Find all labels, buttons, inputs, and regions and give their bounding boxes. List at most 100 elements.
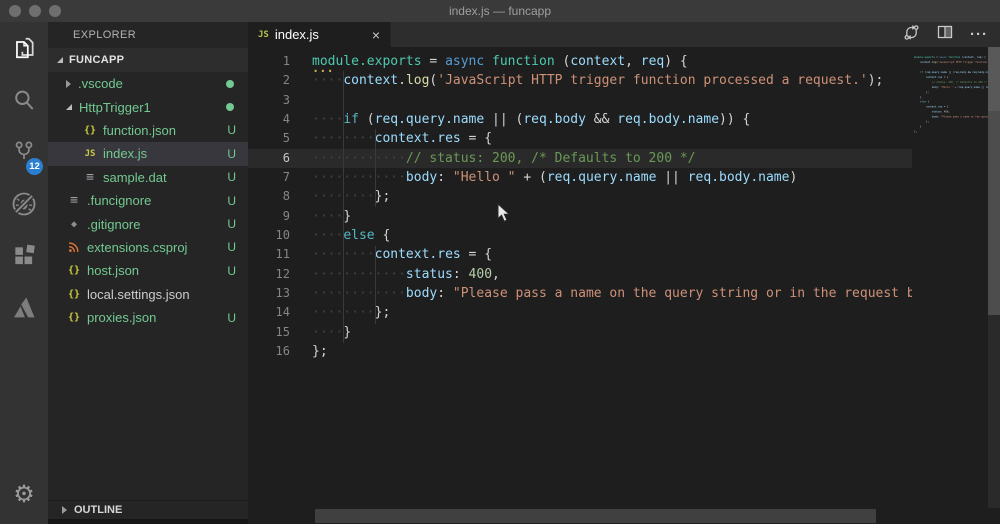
code-content: 1module.exports = async function (contex… bbox=[248, 52, 912, 362]
line-number: 14 bbox=[248, 303, 290, 322]
git-status-badge: U bbox=[227, 147, 236, 161]
file-row-sample.dat[interactable]: ≡ sample.dat U bbox=[48, 166, 248, 189]
sidebar-bottom-strip bbox=[48, 519, 248, 524]
file-row-local.settings.json[interactable]: {}local.settings.json bbox=[48, 283, 248, 306]
code-line-9[interactable]: 9····} bbox=[248, 207, 912, 226]
file-name: proxies.json bbox=[87, 310, 156, 325]
code-editor[interactable]: 1 module.exports = async function (contex… bbox=[248, 47, 1000, 524]
file-name: sample.dat bbox=[103, 170, 167, 185]
file-name: .gitignore bbox=[87, 217, 140, 232]
explorer-icon[interactable] bbox=[0, 22, 48, 74]
close-tab-icon[interactable]: × bbox=[372, 28, 380, 42]
code-line-1[interactable]: 1module.exports = async function (contex… bbox=[248, 52, 912, 71]
code-line-11[interactable]: 11········context.res = { bbox=[248, 245, 912, 264]
code-line-5[interactable]: 5········context.res = { bbox=[248, 129, 912, 148]
editor-group: JS index.js × ··· 1 module.exports = asyn… bbox=[248, 22, 1000, 524]
editor-actions: ··· bbox=[903, 22, 1000, 47]
line-number: 6 bbox=[248, 149, 290, 168]
code-line-14[interactable]: 14········}; bbox=[248, 303, 912, 322]
file-row-proxies.json[interactable]: {}proxies.jsonU bbox=[48, 306, 248, 329]
code-line-15[interactable]: 15····} bbox=[248, 323, 912, 342]
git-status-badge: U bbox=[227, 123, 236, 137]
tab-label: index.js bbox=[275, 27, 319, 42]
line-number: 2 bbox=[248, 71, 290, 90]
horizontal-scrollbar-thumb[interactable] bbox=[315, 509, 876, 523]
file-name: function.json bbox=[103, 123, 176, 138]
split-editor-icon[interactable] bbox=[937, 24, 953, 45]
file-row-.gitignore[interactable]: ◆ .gitignore U bbox=[48, 212, 248, 235]
line-number: 13 bbox=[248, 284, 290, 303]
line-number: 16 bbox=[248, 342, 290, 361]
chevron-expanded-icon bbox=[66, 104, 72, 110]
line-number: 15 bbox=[248, 323, 290, 342]
azure-icon[interactable] bbox=[0, 282, 48, 334]
git-status-badge: U bbox=[227, 240, 236, 254]
code-line-3[interactable]: 3 bbox=[248, 91, 912, 110]
file-row-HttpTrigger1[interactable]: HttpTrigger1 bbox=[48, 95, 248, 118]
search-icon[interactable] bbox=[0, 74, 48, 126]
lines-file-icon: ≡ bbox=[82, 170, 98, 185]
code-line-8[interactable]: 8········}; bbox=[248, 187, 912, 206]
line-number: 5 bbox=[248, 129, 290, 148]
lines-file-icon: ≡ bbox=[66, 193, 82, 208]
git-status-badge: U bbox=[227, 170, 236, 184]
vscode-window: index.js — funcapp 12 bbox=[0, 0, 1000, 524]
js-file-icon: JS bbox=[82, 149, 98, 159]
git-status-badge: U bbox=[227, 217, 236, 231]
code-line-16[interactable]: 16}; bbox=[248, 342, 912, 361]
code-line-13[interactable]: 13············body: "Please pass a name … bbox=[248, 284, 912, 303]
sidebar-title: EXPLORER bbox=[48, 22, 248, 48]
file-row-.vscode[interactable]: .vscode bbox=[48, 72, 248, 95]
git-file-icon: ◆ bbox=[66, 219, 82, 230]
code-line-6[interactable]: 6············// status: 200, /* Defaults… bbox=[248, 149, 912, 168]
horizontal-scrollbar[interactable] bbox=[248, 508, 1000, 524]
activity-bar: 12 ⚙ bbox=[0, 22, 48, 524]
lint-hint-dots: ··· bbox=[312, 64, 334, 78]
file-name: .vscode bbox=[78, 76, 123, 91]
code-line-10[interactable]: 10····else { bbox=[248, 226, 912, 245]
line-number: 8 bbox=[248, 187, 290, 206]
json-file-icon: {} bbox=[66, 312, 82, 323]
outline-section-header[interactable]: OUTLINE bbox=[48, 500, 248, 519]
line-number: 1 bbox=[248, 52, 290, 71]
outline-label: OUTLINE bbox=[74, 504, 122, 516]
vertical-scrollbar[interactable] bbox=[988, 47, 1000, 508]
modified-dot-badge bbox=[226, 80, 234, 88]
file-row-function.json[interactable]: {} function.json U bbox=[48, 119, 248, 142]
file-name: local.settings.json bbox=[87, 287, 190, 302]
file-name: host.json bbox=[87, 263, 139, 278]
code-line-4[interactable]: 4····if (req.query.name || (req.body && … bbox=[248, 110, 912, 129]
minimap[interactable]: module.exports = async function (context… bbox=[912, 47, 988, 508]
file-row-extensions.csproj[interactable]: extensions.csprojU bbox=[48, 236, 248, 259]
git-status-badge: U bbox=[227, 264, 236, 278]
title-bar: index.js — funcapp bbox=[0, 0, 1000, 22]
sync-changes-icon[interactable] bbox=[903, 24, 920, 46]
file-row-index.js[interactable]: JS index.js U bbox=[48, 142, 248, 165]
file-name: HttpTrigger1 bbox=[79, 100, 151, 115]
file-tree: .vscode HttpTrigger1 {} function.json U JS ind… bbox=[48, 72, 248, 329]
source-control-icon[interactable]: 12 bbox=[0, 126, 48, 178]
workspace-name: FUNCAPP bbox=[69, 54, 124, 66]
file-name: .funcignore bbox=[87, 193, 151, 208]
file-row-host.json[interactable]: {} host.json U bbox=[48, 259, 248, 282]
tab-index-js[interactable]: JS index.js × bbox=[248, 22, 391, 47]
window-title: index.js — funcapp bbox=[0, 4, 1000, 18]
chevron-collapsed-icon bbox=[62, 506, 67, 514]
settings-gear-icon[interactable]: ⚙ bbox=[0, 478, 48, 524]
file-name: index.js bbox=[103, 146, 147, 161]
code-line-7[interactable]: 7············body: "Hello " + (req.query… bbox=[248, 168, 912, 187]
xml-file-icon bbox=[66, 241, 82, 253]
tab-bar: JS index.js × ··· bbox=[248, 22, 1000, 47]
code-line-2[interactable]: 2····context.log('JavaScript HTTP trigge… bbox=[248, 71, 912, 90]
line-number: 7 bbox=[248, 168, 290, 187]
js-file-icon: JS bbox=[258, 30, 269, 40]
line-number: 4 bbox=[248, 110, 290, 129]
code-line-12[interactable]: 12············status: 400, bbox=[248, 265, 912, 284]
workspace-section-header[interactable]: FUNCAPP bbox=[48, 48, 248, 72]
file-row-.funcignore[interactable]: ≡.funcignoreU bbox=[48, 189, 248, 212]
explorer-sidebar: EXPLORER FUNCAPP .vscode HttpTrigger1 {} fu… bbox=[48, 22, 248, 524]
json-file-icon: {} bbox=[82, 125, 98, 136]
debug-icon[interactable] bbox=[0, 178, 48, 230]
extensions-icon[interactable] bbox=[0, 230, 48, 282]
json-file-icon: {} bbox=[66, 265, 82, 276]
